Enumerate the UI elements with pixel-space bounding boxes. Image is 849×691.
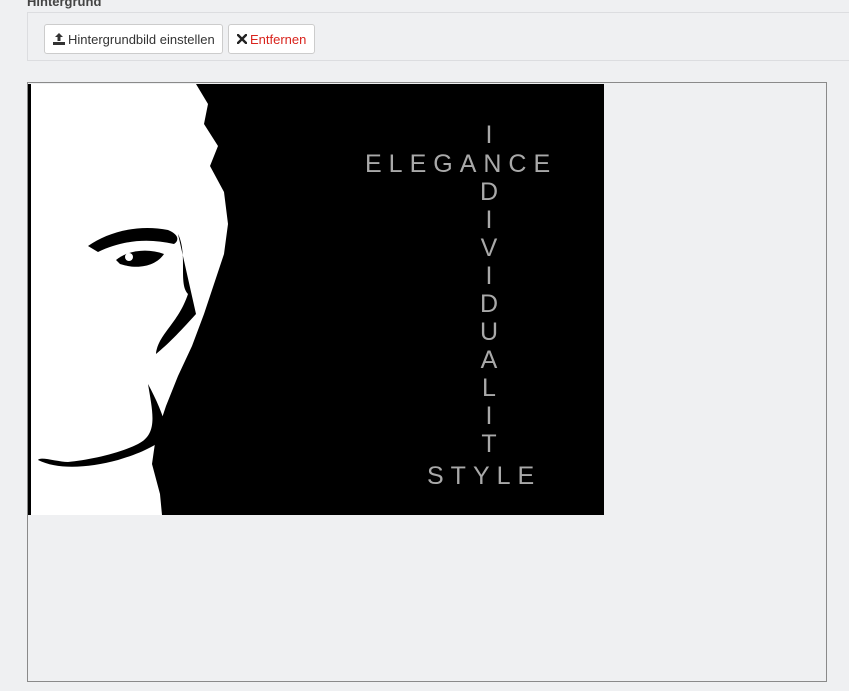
set-background-button[interactable]: Hintergrundbild einstellen — [44, 24, 223, 54]
set-background-label: Hintergrundbild einstellen — [68, 31, 215, 47]
vertical-letter: D — [479, 290, 499, 318]
background-image: ELEGANCE I N D I V I D U A L I T STYLE — [28, 84, 604, 515]
upload-icon — [53, 33, 65, 45]
vertical-letter: U — [479, 318, 499, 346]
face-illustration — [28, 84, 228, 515]
vertical-letter: I — [485, 262, 493, 290]
close-icon — [237, 33, 247, 45]
section-title: Hintergrund — [27, 0, 102, 9]
vertical-letter: N — [479, 152, 499, 177]
style-text: STYLE — [427, 462, 542, 490]
vertical-letter: V — [480, 234, 498, 262]
vertical-letter: T — [481, 430, 497, 458]
elegance-text: ELEGANCE — [365, 150, 558, 178]
vertical-letter: I — [485, 121, 493, 149]
background-toolbar: Hintergrundbild einstellen Entfernen — [27, 12, 849, 61]
remove-background-button[interactable]: Entfernen — [228, 24, 315, 54]
vertical-letter: D — [479, 178, 499, 206]
vertical-letter: I — [485, 206, 493, 234]
remove-background-label: Entfernen — [250, 31, 307, 47]
vertical-letter: L — [482, 374, 496, 402]
vertical-letter: I — [485, 402, 493, 430]
vertical-letter: A — [480, 346, 498, 374]
background-preview: ELEGANCE I N D I V I D U A L I T STYLE — [27, 82, 827, 682]
